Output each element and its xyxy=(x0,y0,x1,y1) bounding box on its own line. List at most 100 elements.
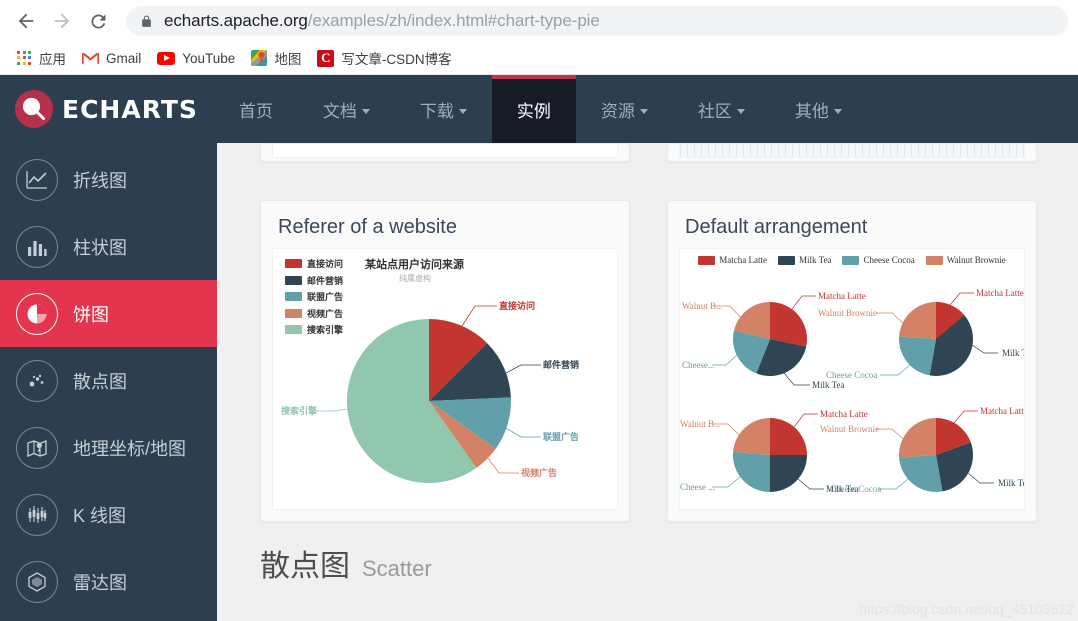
echarts-logo[interactable]: ECHARTS xyxy=(0,75,214,143)
browser-toolbar: echarts.apache.org/examples/zh/index.htm… xyxy=(0,0,1078,42)
bookmark-apps[interactable]: 应用 xyxy=(10,45,75,71)
legend-swatch xyxy=(285,275,302,285)
chart-canvas-default-arrangement[interactable]: Matcha Latte Milk Tea Cheese Cocoa Walnu… xyxy=(679,248,1025,510)
sidebar-item-scatter[interactable]: 散点图 xyxy=(0,347,217,414)
example-card-default-arrangement[interactable]: Default arrangement Matcha Latte Milk Te… xyxy=(667,200,1037,522)
sidebar-item-label: 柱状图 xyxy=(73,237,127,258)
legend-swatch xyxy=(285,292,302,301)
legend-swatch xyxy=(285,259,302,268)
sidebar-item-bar[interactable]: 柱状图 xyxy=(0,213,217,280)
pie-label-cheese: Cheese Cocoa xyxy=(826,370,877,380)
csdn-icon: C xyxy=(317,49,335,67)
chart-canvas-clipped xyxy=(679,144,1025,158)
section-header-scatter: 散点图 Scatter xyxy=(217,522,1078,585)
nav-item-home[interactable]: 首页 xyxy=(214,75,298,143)
pie-top-left xyxy=(712,295,816,386)
nav-label: 社区 xyxy=(697,101,732,121)
card-stub-right[interactable] xyxy=(667,143,1037,162)
sidebar-item-map[interactable]: 地理坐标/地图 xyxy=(0,414,217,481)
sidebar-item-label: 散点图 xyxy=(73,371,127,392)
bookmark-maps[interactable]: 地图 xyxy=(244,45,310,71)
pie-grid-2x2: Matcha Latte Milk Tea Cheese... Walnut B… xyxy=(680,288,1025,494)
bookmark-gmail[interactable]: Gmail xyxy=(75,48,150,69)
url-host: echarts.apache.org xyxy=(164,11,308,30)
url-text: echarts.apache.org/examples/zh/index.htm… xyxy=(164,11,600,31)
bookmark-youtube[interactable]: YouTube xyxy=(150,48,244,69)
lock-icon xyxy=(140,14,153,29)
pie-top-right xyxy=(876,292,998,376)
nav-item-examples[interactable]: 实例 xyxy=(491,75,576,143)
pie-label-affiliate: 联盟广告 xyxy=(543,431,579,443)
sidebar: 折线图 柱状图 饼图 散点图 地理坐标/地图 K 线图 雷达图 xyxy=(0,143,217,621)
main-content: Referer of a website 直接访问 邮件营销 联盟广告 视频广告… xyxy=(217,143,1078,621)
pie-label-matcha: Matcha Latte xyxy=(980,406,1025,416)
forward-arrow-icon[interactable] xyxy=(46,5,78,37)
legend-item[interactable]: Milk Tea xyxy=(778,255,831,265)
legend-swatch xyxy=(698,255,716,265)
chart-canvas-referer[interactable]: 直接访问 邮件营销 联盟广告 视频广告 搜索引擎 某站点用户访问来源 纯属虚构 … xyxy=(272,248,618,510)
nav-item-docs[interactable]: 文档 xyxy=(298,75,395,143)
map-chart-icon xyxy=(16,426,58,469)
legend-swatch xyxy=(925,255,943,265)
chart-legend: Matcha Latte Milk Tea Cheese Cocoa Walnu… xyxy=(680,255,1024,265)
sidebar-item-radar[interactable]: 雷达图 xyxy=(0,548,217,615)
candlestick-chart-icon xyxy=(16,493,58,536)
radar-chart-icon xyxy=(16,560,58,603)
site-topnav: ECHARTS 首页 文档 下载 实例 资源 社区 其他 xyxy=(0,75,1078,143)
address-bar[interactable]: echarts.apache.org/examples/zh/index.htm… xyxy=(126,6,1068,36)
chart-canvas-clipped xyxy=(272,144,618,158)
legend-item[interactable]: Cheese Cocoa xyxy=(842,255,915,265)
sidebar-item-pie[interactable]: 饼图 xyxy=(0,280,217,347)
legend-label: 直接访问 xyxy=(307,260,344,270)
legend-label: Cheese Cocoa xyxy=(863,255,915,265)
nav-item-other[interactable]: 其他 xyxy=(770,75,867,143)
pie-label-video: 视频广告 xyxy=(521,467,557,479)
pie-label-walnut: Walnut B... xyxy=(682,301,723,311)
legend-item[interactable]: 直接访问 xyxy=(285,257,343,270)
reload-icon[interactable] xyxy=(82,5,114,37)
pie-label-cheese: Cheese Cocoa xyxy=(830,484,881,494)
apps-grid-icon xyxy=(17,50,32,66)
section-title-en: Scatter xyxy=(362,556,432,581)
legend-label: 邮件营销 xyxy=(307,276,344,287)
example-card-referer[interactable]: Referer of a website 直接访问 邮件营销 联盟广告 视频广告… xyxy=(260,200,630,522)
card-stub-left[interactable] xyxy=(260,143,630,162)
pie-label-direct: 直接访问 xyxy=(499,301,535,312)
line-chart-icon xyxy=(16,158,58,201)
sidebar-item-line[interactable]: 折线图 xyxy=(0,146,217,213)
bookmark-label: 应用 xyxy=(39,52,66,67)
legend-item[interactable]: 邮件营销 xyxy=(285,274,343,287)
chart-title: 某站点用户访问来源 xyxy=(365,258,464,271)
logo-text: ECHARTS xyxy=(62,94,198,124)
pie-label-cheese: Cheese... xyxy=(682,360,715,370)
bar-chart-icon xyxy=(16,225,58,268)
bookmarks-bar: 应用 Gmail YouTube 地图 C 写文章-CSDN博客 xyxy=(0,42,1078,75)
chevron-down-icon xyxy=(458,108,467,114)
pie-label-walnut: Walnut Brownie xyxy=(818,308,877,318)
legend-swatch xyxy=(842,255,860,265)
sidebar-item-candlestick[interactable]: K 线图 xyxy=(0,481,217,548)
echarts-logo-icon xyxy=(15,90,53,128)
bookmark-csdn[interactable]: C 写文章-CSDN博客 xyxy=(310,45,460,71)
legend-swatch xyxy=(778,255,796,265)
pie-chart-icon xyxy=(16,292,58,335)
pie-label-matcha: Matcha Latte xyxy=(820,409,868,419)
bookmark-label: 写文章-CSDN博客 xyxy=(341,52,452,67)
legend-item[interactable]: Matcha Latte xyxy=(698,255,767,265)
pie-label-matcha: Matcha Latte xyxy=(818,291,866,301)
card-row: Referer of a website 直接访问 邮件营销 联盟广告 视频广告… xyxy=(217,200,1078,522)
legend-item[interactable]: Walnut Brownie xyxy=(925,255,1006,265)
page-viewport: ECHARTS 首页 文档 下载 实例 资源 社区 其他 折线图 柱状图 饼图 … xyxy=(0,75,1078,621)
nav-item-community[interactable]: 社区 xyxy=(673,75,770,143)
back-arrow-icon[interactable] xyxy=(10,5,42,37)
sidebar-item-label: 雷达图 xyxy=(73,572,127,593)
nav-item-download[interactable]: 下载 xyxy=(395,75,492,143)
nav-label: 资源 xyxy=(600,101,635,121)
nav-item-resources[interactable]: 资源 xyxy=(576,75,673,143)
google-maps-icon xyxy=(251,50,268,66)
card-title: Default arrangement xyxy=(685,216,868,238)
section-title-cn: 散点图 xyxy=(260,549,350,584)
watermark: https://blog.csdn.net/qq_45103612 xyxy=(859,601,1074,617)
site-nav-items: 首页 文档 下载 实例 资源 社区 其他 xyxy=(214,75,867,143)
browser-chrome: echarts.apache.org/examples/zh/index.htm… xyxy=(0,0,1078,75)
